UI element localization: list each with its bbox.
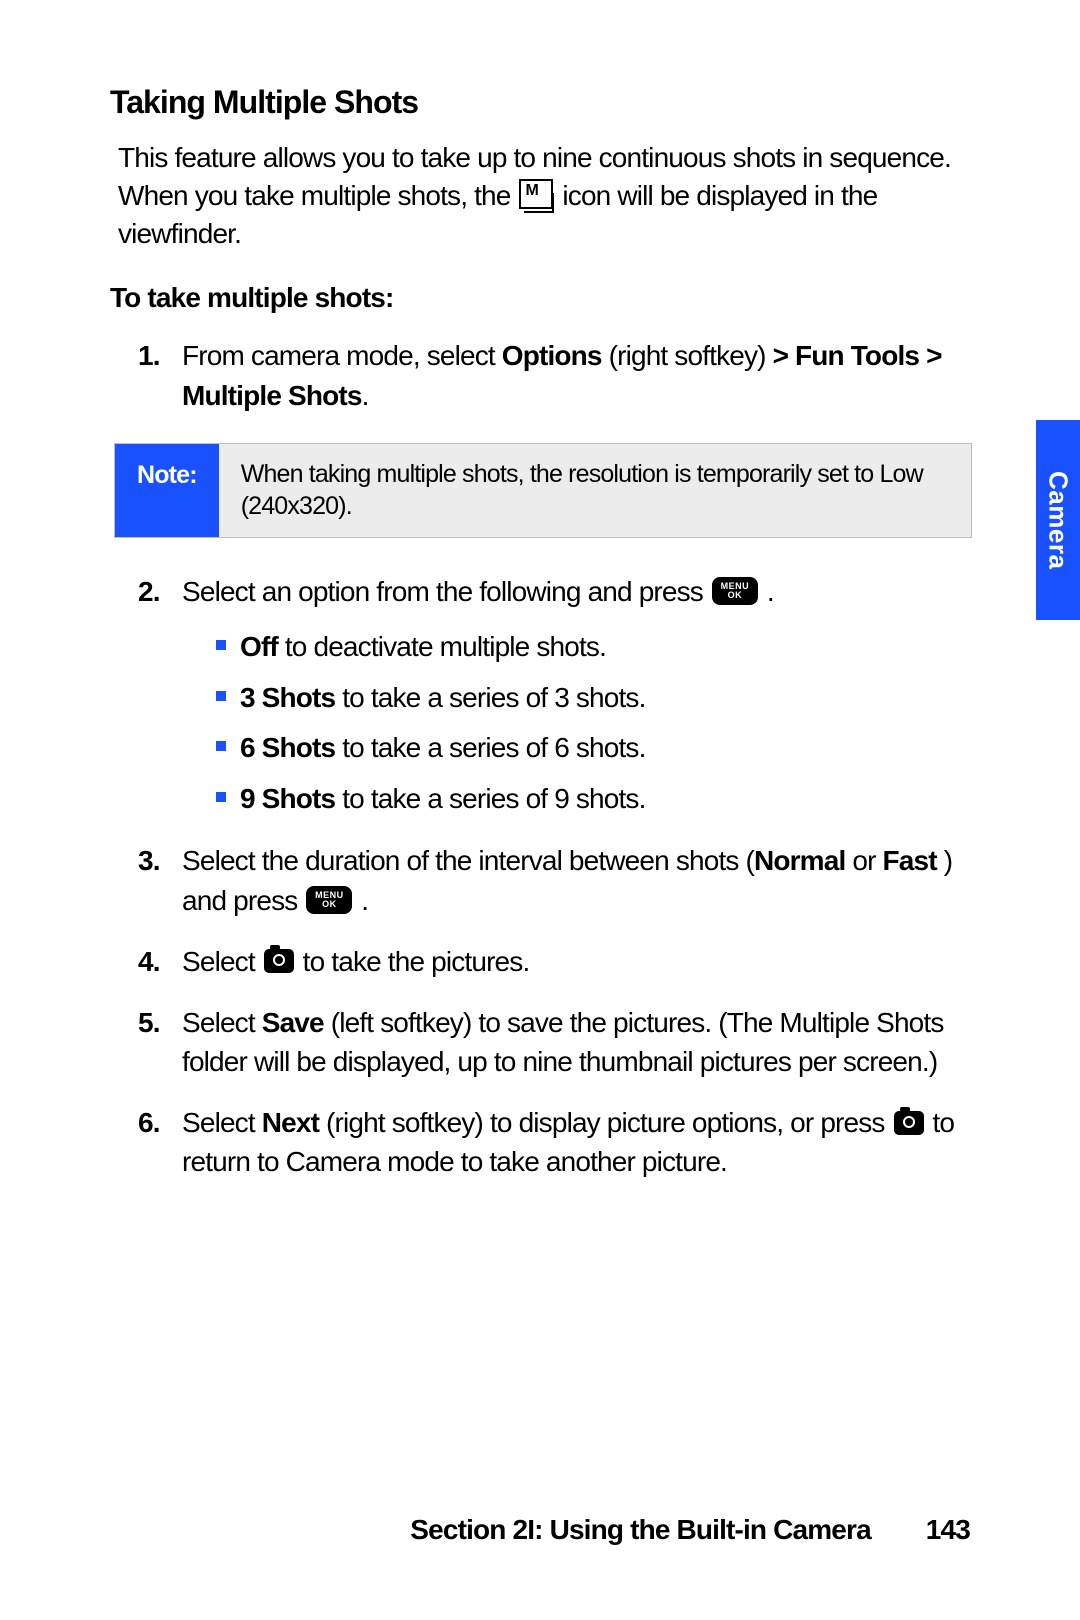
option-9shots: 9 Shots to take a series of 9 shots. [216,779,970,820]
fast-label: Fast [883,845,937,876]
save-label: Save [262,1007,324,1038]
step-5: Select Save (left softkey) to save the p… [178,1003,970,1081]
page-heading: Taking Multiple Shots [110,84,970,121]
step-4: Select to take the pictures. [178,942,970,981]
step-list: From camera mode, select Options (right … [110,336,970,1181]
step1-text-e: . [362,380,369,411]
note-box: Note: When taking multiple shots, the re… [114,443,972,538]
procedure-subhead: To take multiple shots: [110,282,970,314]
camera-icon [894,1111,924,1135]
option-3shots: 3 Shots to take a series of 3 shots. [216,678,970,719]
menu-ok-icon: MENUOK [306,886,352,914]
step-6: Select Next (right softkey) to display p… [178,1103,970,1181]
option-6shots: 6 Shots to take a series of 6 shots. [216,728,970,769]
step1-text-a: From camera mode, select [182,340,502,371]
manual-page: Taking Multiple Shots This feature allow… [0,0,1080,1620]
page-number: 143 [926,1514,970,1545]
multi-shot-icon [519,179,553,209]
note-label: Note: [115,444,219,537]
option-list: Off to deactivate multiple shots. 3 Shot… [216,627,970,819]
step2-text: Select an option from the following and … [182,576,710,607]
menu-ok-icon: MENUOK [712,577,758,605]
step1-text-c: (right softkey) [602,340,773,371]
options-label: Options [502,340,602,371]
note-body: When taking multiple shots, the resoluti… [219,444,971,537]
normal-label: Normal [754,845,845,876]
next-label: Next [262,1107,319,1138]
option-off: Off to deactivate multiple shots. [216,627,970,668]
footer-section-title: Section 2I: Using the Built-in Camera [410,1514,871,1545]
camera-icon [264,949,294,973]
page-footer: Section 2I: Using the Built-in Camera 14… [410,1514,970,1546]
section-tab-camera: Camera [1036,420,1080,620]
step-1: From camera mode, select Options (right … [178,336,970,537]
intro-paragraph: This feature allows you to take up to ni… [118,139,970,252]
step-3: Select the duration of the interval betw… [178,841,970,919]
step-2: Select an option from the following and … [178,572,970,820]
